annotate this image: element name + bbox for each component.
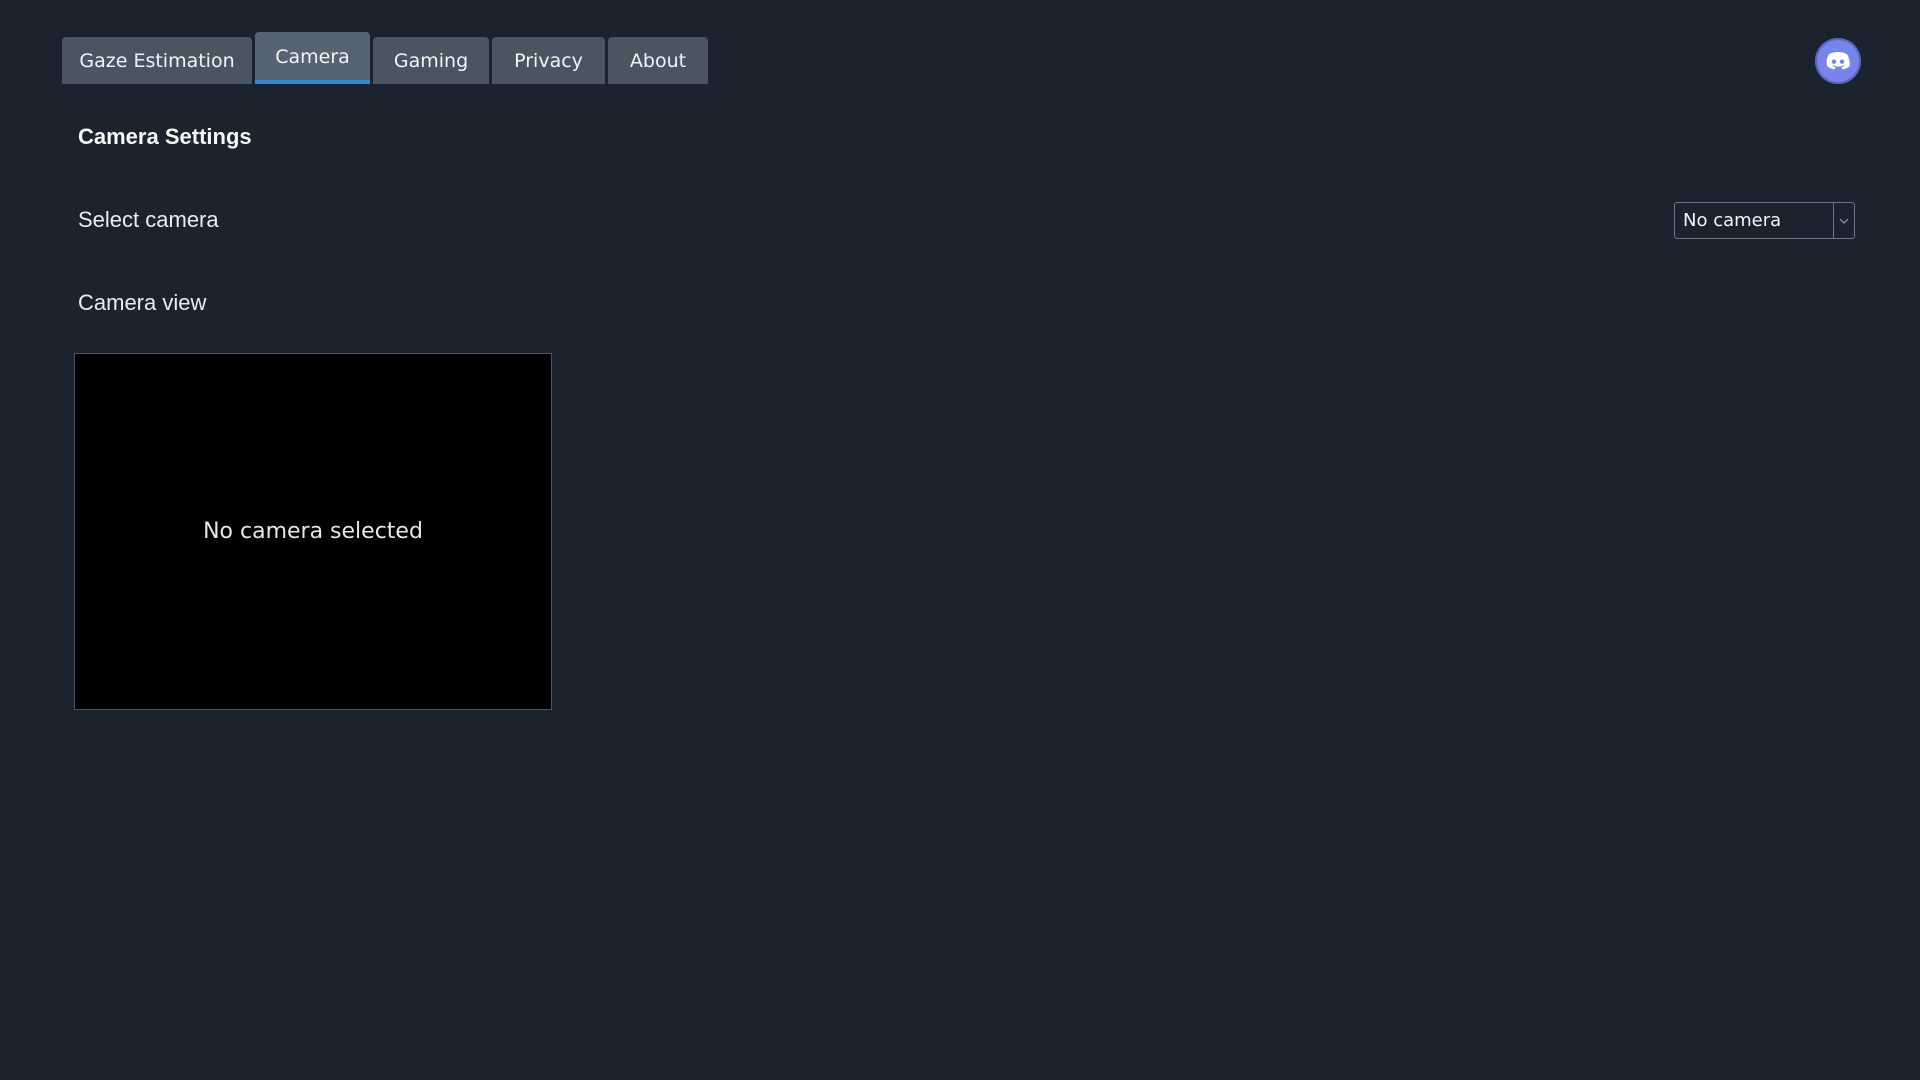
chevron-down-icon <box>1839 217 1849 224</box>
no-camera-message: No camera selected <box>203 519 423 544</box>
main-tabs: Gaze Estimation Camera Gaming Privacy Ab… <box>62 32 708 84</box>
camera-preview: No camera selected <box>74 353 552 710</box>
tab-about[interactable]: About <box>608 37 708 84</box>
camera-settings-title: Camera Settings <box>78 124 252 149</box>
camera-select[interactable]: No camera <box>1674 202 1855 239</box>
discord-button[interactable] <box>1815 38 1861 84</box>
app-window: Gaze Estimation Camera Gaming Privacy Ab… <box>0 0 1920 1080</box>
tab-gaze-estimation[interactable]: Gaze Estimation <box>62 37 252 84</box>
tab-privacy[interactable]: Privacy <box>492 37 605 84</box>
camera-select-value: No camera <box>1683 210 1782 231</box>
discord-icon <box>1826 52 1850 70</box>
tab-camera[interactable]: Camera <box>255 32 370 84</box>
select-camera-label: Select camera <box>78 207 219 232</box>
dropdown-arrow-button[interactable] <box>1833 203 1854 238</box>
tab-gaming[interactable]: Gaming <box>373 37 489 84</box>
camera-view-label: Camera view <box>78 290 207 315</box>
